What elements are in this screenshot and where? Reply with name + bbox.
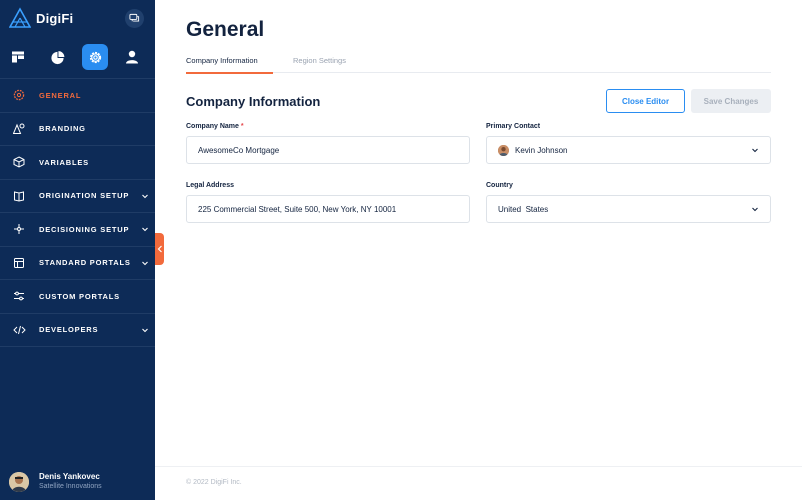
sidebar-item-label: ORIGINATION SETUP [39,191,130,201]
sidebar-item-variables[interactable]: VARIABLES [0,146,155,180]
footer-copyright: © 2022 DigiFi Inc. [186,479,242,486]
save-changes-button[interactable]: Save Changes [691,89,771,113]
footer-divider [155,466,802,467]
top-nav [0,44,155,72]
shapes-icon [12,122,26,136]
legal-address-value: 225 Commercial Street, Suite 500, New Yo… [198,204,397,214]
sidebar-item-branding[interactable]: BRANDING [0,113,155,146]
company-name-input[interactable]: AwesomeCo Mortgage [186,136,470,164]
chevron-down-icon [142,328,148,333]
topnav-profile[interactable] [119,44,145,70]
board-icon [12,51,24,63]
page-title: General [186,18,265,41]
main-content: General Company Information Region Setti… [155,0,802,500]
country-value: United States [498,204,549,214]
chevron-down-icon [752,207,758,212]
company-name-label: Company Name * [186,123,244,130]
sidebar-item-custom-portals[interactable]: CUSTOM PORTALS [0,280,155,314]
sidebar-menu: GENERAL BRANDING VARIABLES ORIGINATION S… [0,79,155,347]
sliders-icon [12,289,26,303]
brand[interactable]: DigiFi [9,7,73,29]
sidebar-item-label: DECISIONING SETUP [39,224,130,234]
sidebar-item-developers[interactable]: DEVELOPERS [0,314,155,347]
chevron-down-icon [142,261,148,266]
sidebar: DigiFi GENERAL BRANDING VARIABLES ORIGIN… [0,0,155,500]
country-label: Country [486,182,513,189]
chevron-down-icon [142,227,148,232]
book-icon [12,189,26,203]
layout-icon [12,256,26,270]
company-name-value: AwesomeCo Mortgage [198,145,280,155]
user-profile[interactable]: Denis Yankovec Satellite Innovations [9,471,102,492]
tab-company-information[interactable]: Company Information [186,55,273,74]
avatar [9,471,29,492]
topnav-boards[interactable] [5,44,31,70]
topnav-settings[interactable] [82,44,108,70]
sidebar-item-origination-setup[interactable]: ORIGINATION SETUP [0,180,155,213]
gear-icon [12,88,26,102]
primary-contact-label: Primary Contact [486,123,541,130]
close-editor-button[interactable]: Close Editor [606,89,685,113]
digifi-logo-icon [9,7,31,28]
chevron-down-icon [142,194,148,199]
sidebar-item-standard-portals[interactable]: STANDARD PORTALS [0,247,155,280]
primary-contact-select[interactable]: Kevin Johnson [486,136,771,164]
tab-bar: Company Information Region Settings [186,55,771,74]
country-select[interactable]: United States [486,195,771,223]
gear-icon [89,51,101,63]
required-marker: * [240,123,244,130]
sidebar-item-decisioning-setup[interactable]: DECISIONING SETUP [0,213,155,247]
company-name-label-text: Company Name [186,123,239,130]
topnav-reports[interactable] [44,44,70,70]
code-icon [12,323,26,337]
contact-avatar [498,144,509,156]
sidebar-item-general[interactable]: GENERAL [0,79,155,113]
sidebar-item-label: VARIABLES [39,157,89,167]
chat-button[interactable] [125,9,144,28]
section-title: Company Information [186,94,321,109]
brand-name: DigiFi [36,10,74,26]
user-icon [126,50,138,64]
user-organization: Satellite Innovations [39,483,102,490]
sidebar-item-label: STANDARD PORTALS [39,258,131,268]
sidebar-item-label: GENERAL [39,90,82,100]
chat-icon [129,13,140,22]
chevron-down-icon [752,148,758,153]
sidebar-item-label: DEVELOPERS [39,325,99,335]
primary-contact-value: Kevin Johnson [515,145,568,155]
pie-chart-icon [50,50,64,64]
user-name: Denis Yankovec [39,472,100,481]
tab-region-settings[interactable]: Region Settings [293,55,346,73]
sidebar-item-label: BRANDING [39,124,86,134]
flow-icon [12,222,26,236]
legal-address-label: Legal Address [186,182,234,189]
sidebar-item-label: CUSTOM PORTALS [39,291,120,301]
cube-icon [12,155,26,169]
legal-address-input[interactable]: 225 Commercial Street, Suite 500, New Yo… [186,195,470,223]
